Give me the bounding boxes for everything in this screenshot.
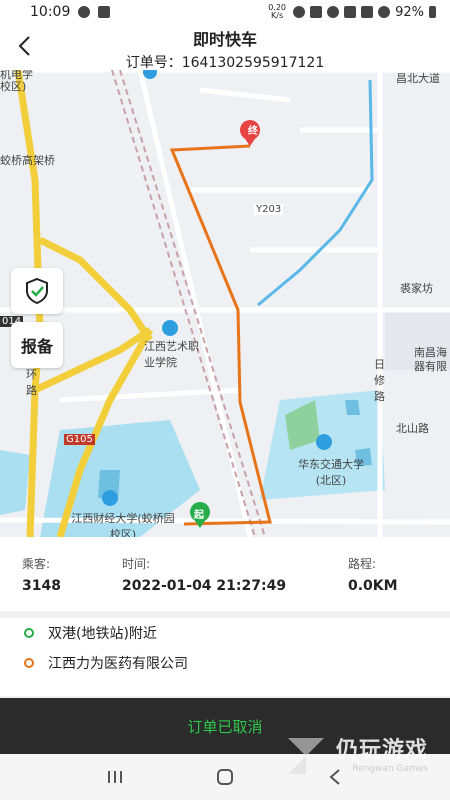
map-label: G105: [64, 434, 95, 445]
watermark-en: Rengwan Games: [352, 764, 428, 774]
time-info: 时间: 2022-01-04 21:27:49: [122, 555, 348, 611]
end-marker-label: 终: [248, 126, 258, 137]
signal-icon: [361, 6, 374, 18]
map-label: 环路: [26, 368, 37, 397]
university-icon: [316, 434, 332, 450]
distance-value: 0.0KM: [348, 578, 398, 594]
campus-icon: [102, 490, 118, 506]
map[interactable]: 终 起 昌北大道 蛟桥高架桥 Y203 裘家坊 江西艺术职业学院 日修路 南昌海…: [0, 70, 450, 537]
map-label: 昌北大道: [396, 72, 440, 85]
end-stop-text: 江西力为医药有限公司: [48, 656, 188, 672]
map-canvas: [0, 70, 450, 537]
time-label: 时间:: [122, 557, 151, 571]
watermark: 仍玩游戏 Rengwan Games: [287, 732, 428, 774]
back-icon[interactable]: [14, 34, 38, 58]
battery-percent: 92%: [395, 4, 424, 20]
passenger-value: 3148: [22, 578, 61, 594]
status-bar: 10:09 0.20 K/s 92%: [0, 0, 450, 24]
stops-list: 双港(地铁站)附近 江西力为医药有限公司: [0, 618, 450, 696]
status-time: 10:09: [30, 4, 71, 20]
safety-shield-button[interactable]: [11, 268, 63, 314]
dnd-icon: [378, 6, 391, 18]
passenger-label: 乘客:: [22, 557, 51, 571]
watermark-cn: 仍玩游戏: [335, 738, 428, 763]
map-label: 江西艺术职业学院: [144, 340, 199, 369]
network-speed: 0.20 K/s: [268, 3, 286, 20]
battery-icon: [429, 6, 436, 18]
start-stop: 双港(地铁站)附近: [24, 618, 450, 648]
recent-apps-button[interactable]: [100, 765, 130, 789]
mute-icon: [310, 6, 323, 18]
map-label: 机电学: [0, 70, 33, 81]
order-number: 订单号：1641302595917121: [125, 55, 325, 71]
map-label: 华东交通大学(北区): [298, 458, 364, 487]
map-label: 北山路: [396, 422, 429, 435]
home-button[interactable]: [210, 765, 240, 789]
school-icon: [162, 320, 178, 336]
end-stop: 江西力为医药有限公司: [24, 648, 450, 678]
location-icon: [327, 6, 340, 18]
water-left: [0, 450, 30, 515]
map-label: 江西财经大学(蛟桥园校区): [71, 512, 175, 537]
trip-info: 乘客: 3148 时间: 2022-01-04 21:27:49 路程: 0.0…: [0, 537, 450, 611]
page-title: 即时快车: [192, 30, 257, 49]
map-label: Y203: [254, 204, 284, 215]
time-value: 2022-01-04 21:27:49: [122, 578, 287, 594]
order-status-text: 订单已取消: [187, 717, 263, 736]
watermark-logo-icon: [287, 738, 324, 774]
start-marker-label: 起: [194, 510, 204, 521]
shield-check-icon: [26, 277, 48, 305]
wifi-icon: [344, 6, 357, 18]
start-stop-text: 双港(地铁站)附近: [48, 626, 157, 642]
passenger-info: 乘客: 3148: [22, 555, 122, 611]
map-label: 蛟桥高架桥: [0, 154, 55, 167]
end-dot-icon: [24, 658, 34, 668]
map-label: 裘家坊: [400, 282, 433, 295]
home-icon: [217, 769, 233, 785]
image-icon: [98, 6, 111, 18]
poi-icon: [143, 70, 157, 79]
report-button[interactable]: 报备: [11, 322, 63, 368]
start-dot-icon: [24, 628, 34, 638]
wechat-icon: [78, 6, 91, 18]
recent-apps-icon: [108, 771, 122, 783]
distance-label: 路程:: [348, 557, 377, 571]
distance-info: 路程: 0.0KM: [348, 555, 398, 611]
header: 即时快车 订单号：1641302595917121: [0, 24, 450, 71]
map-label: 日修路: [374, 358, 385, 403]
map-label: 器有限: [414, 360, 447, 373]
pond-1: [345, 400, 360, 415]
alarm-icon: [293, 6, 306, 18]
